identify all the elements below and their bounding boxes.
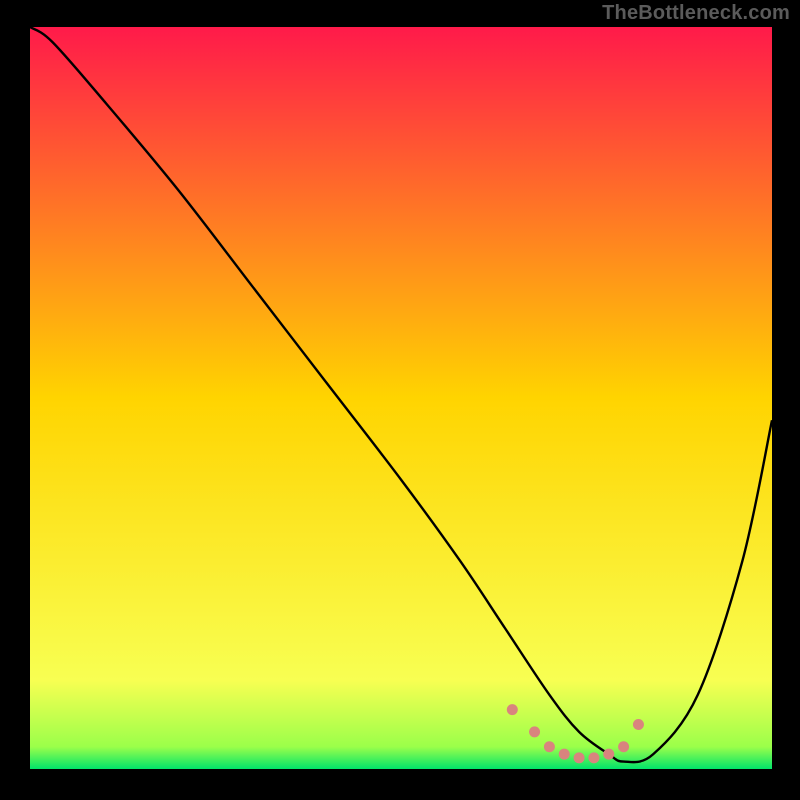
marker-dot — [529, 726, 540, 737]
marker-dot — [559, 749, 570, 760]
marker-dot — [618, 741, 629, 752]
marker-dot — [603, 749, 614, 760]
watermark-text: TheBottleneck.com — [602, 2, 790, 25]
marker-dot — [507, 704, 518, 715]
marker-dot — [633, 719, 644, 730]
marker-dot — [574, 752, 585, 763]
plot-background — [30, 27, 772, 769]
chart-canvas — [0, 0, 800, 800]
marker-dot — [588, 752, 599, 763]
marker-dot — [544, 741, 555, 752]
